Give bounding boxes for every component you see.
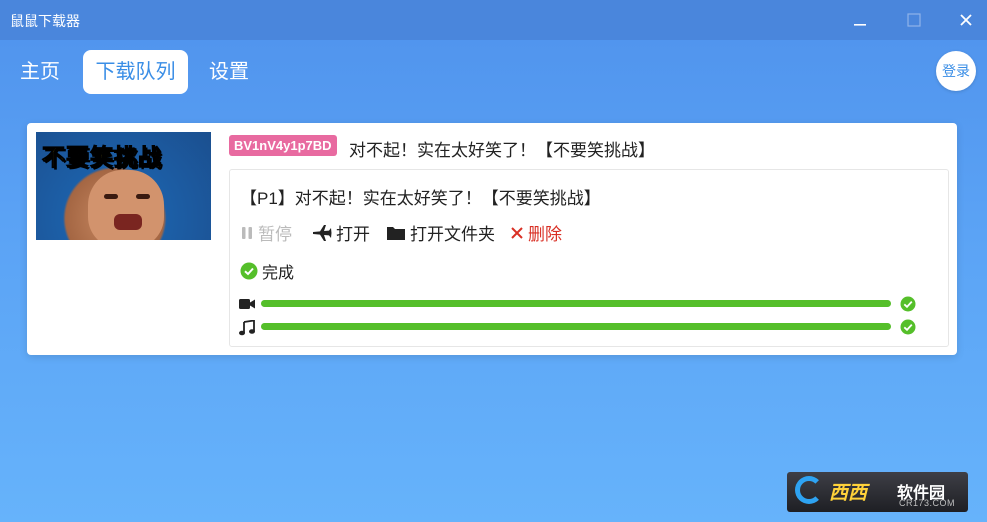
check-circle-icon <box>900 319 916 335</box>
part-panel: 【P1】对不起！实在太好笑了！【不要笑挑战】 暂停 打开 打开文件夹 删除 完成 <box>229 169 949 347</box>
pause-label: 暂停 <box>258 225 292 244</box>
status-text: 完成 <box>262 265 295 282</box>
minimize-button[interactable] <box>848 8 872 32</box>
logo-c-icon <box>795 476 823 504</box>
video-progress-row <box>238 296 938 312</box>
close-icon <box>511 226 523 239</box>
audio-progress-row <box>238 319 938 336</box>
watermark-url: CR173.COM <box>899 498 956 508</box>
check-circle-icon <box>240 262 258 280</box>
status-indicator: 完成 <box>240 259 294 283</box>
watermark-logo: 西西 软件园 CR173.COM <box>787 472 968 512</box>
folder-icon <box>387 226 405 240</box>
pause-button[interactable]: 暂停 <box>240 220 292 245</box>
thumbnail-caption: 不要笑挑战 <box>42 145 162 172</box>
main-nav: 主页 下载队列 设置 <box>0 50 987 94</box>
video-thumbnail[interactable]: 不要笑挑战 <box>36 132 211 240</box>
pause-icon <box>242 226 252 239</box>
title-bar: 鼠鼠下载器 <box>0 0 987 40</box>
maximize-button[interactable] <box>902 8 926 32</box>
part-title: 【P1】对不起！实在太好笑了！【不要笑挑战】 <box>240 189 601 208</box>
airplane-icon <box>313 224 332 241</box>
video-title: 对不起！实在太好笑了！【不要笑挑战】 <box>349 141 655 160</box>
audio-progress-bar <box>261 323 891 330</box>
minimize-icon <box>854 24 866 26</box>
check-circle-icon <box>900 296 916 312</box>
open-folder-label: 打开文件夹 <box>410 225 495 244</box>
maximize-icon <box>907 13 921 27</box>
delete-button[interactable]: 删除 <box>510 220 562 245</box>
close-button[interactable] <box>954 8 978 32</box>
delete-label: 删除 <box>528 225 562 244</box>
open-folder-button[interactable]: 打开文件夹 <box>386 220 495 245</box>
window-title: 鼠鼠下载器 <box>10 13 80 29</box>
tab-settings[interactable]: 设置 <box>197 50 261 94</box>
tab-download-queue[interactable]: 下载队列 <box>83 50 188 94</box>
bvid-badge: BV1nV4y1p7BD <box>229 135 337 156</box>
video-progress-bar <box>261 300 891 307</box>
close-icon <box>960 14 972 26</box>
watermark-brand: 西西 <box>829 482 868 504</box>
tab-home[interactable]: 主页 <box>8 50 72 94</box>
video-camera-icon <box>239 299 255 309</box>
open-button[interactable]: 打开 <box>312 220 370 245</box>
login-button[interactable]: 登录 <box>936 51 976 91</box>
music-note-icon <box>239 320 255 336</box>
open-label: 打开 <box>336 225 370 244</box>
download-card: 不要笑挑战 BV1nV4y1p7BD 对不起！实在太好笑了！【不要笑挑战】 【P… <box>27 123 957 355</box>
